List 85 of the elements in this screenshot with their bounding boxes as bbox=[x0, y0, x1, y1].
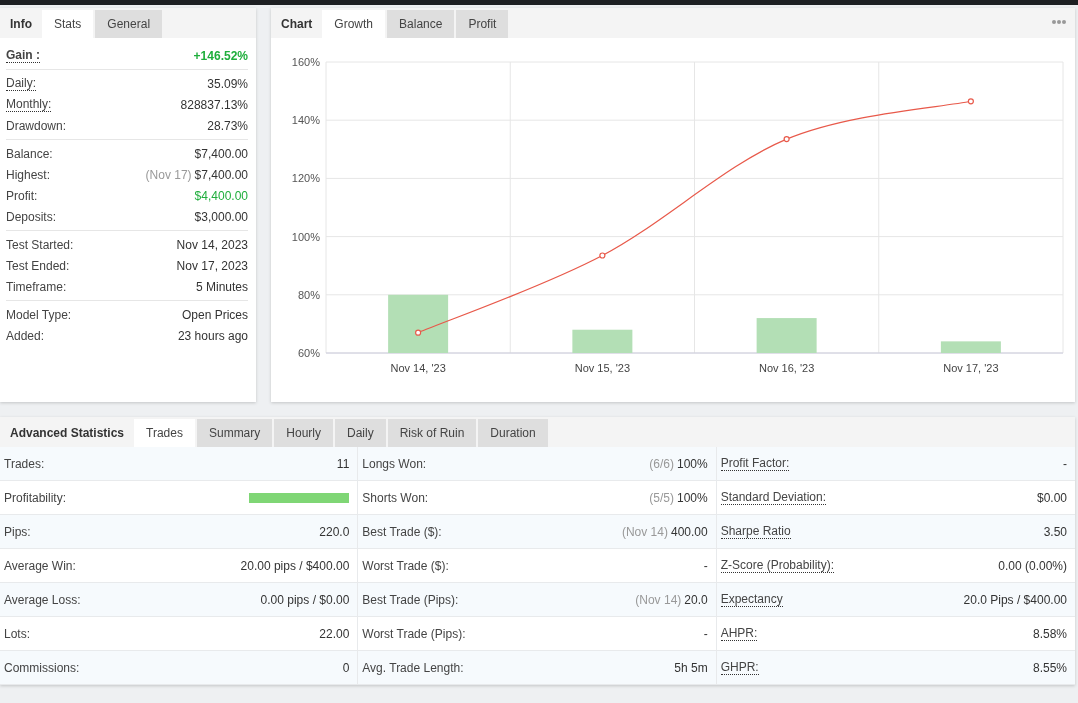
stat-value: 100% bbox=[676, 490, 708, 505]
axis-label: 160% bbox=[291, 56, 320, 68]
stat-label: Highest: bbox=[6, 167, 51, 182]
panel-title: Advanced Statistics bbox=[9, 425, 126, 442]
stat-label: Longs Won: bbox=[362, 456, 427, 471]
stat-label: Balance: bbox=[6, 146, 53, 161]
axis-label: 80% bbox=[297, 288, 320, 301]
stat-value: 3.50 bbox=[1043, 524, 1067, 539]
panel-title: Chart bbox=[280, 16, 314, 33]
stat-label: Z-Score (Probability): bbox=[720, 558, 835, 573]
stat-value: - bbox=[703, 626, 708, 641]
axis-label: Nov 15, '23 bbox=[574, 362, 631, 374]
stat-value: 828837.13% bbox=[180, 97, 248, 112]
stat-value: 100% bbox=[676, 456, 708, 471]
stat-label: Timeframe: bbox=[6, 279, 67, 294]
stat-value: Open Prices bbox=[181, 307, 248, 322]
stat-label: Worst Trade ($): bbox=[362, 558, 449, 573]
stat-value: 0.00 (0.00%) bbox=[998, 558, 1067, 573]
stat-value: - bbox=[1063, 456, 1067, 471]
stat-label: Pips: bbox=[4, 524, 31, 539]
stat-value: 22.00 bbox=[319, 626, 350, 641]
stat-note: (Nov 17) bbox=[145, 167, 192, 182]
stat-value: 5h 5m bbox=[674, 660, 708, 675]
stat-value: +146.52% bbox=[193, 48, 248, 63]
stat-label: Commissions: bbox=[4, 660, 80, 675]
axis-label: 120% bbox=[291, 172, 320, 185]
axis-label: 60% bbox=[297, 347, 320, 359]
stat-value: 20.0 bbox=[684, 592, 708, 607]
stat-label: Profit Factor: bbox=[720, 456, 790, 471]
stat-value: $0.00 bbox=[1036, 490, 1067, 505]
stat-value: Nov 17, 2023 bbox=[176, 258, 248, 273]
stat-value: 0 bbox=[342, 660, 350, 675]
stat-label: Deposits: bbox=[6, 209, 57, 224]
stat-note: (6/6) bbox=[649, 456, 674, 471]
stat-value: $7,400.00 bbox=[194, 146, 248, 161]
stat-label: Test Started: bbox=[6, 237, 74, 252]
stat-label: Trades: bbox=[4, 456, 45, 471]
stat-label: Average Win: bbox=[4, 558, 76, 573]
stat-label: Added: bbox=[6, 328, 45, 343]
axis-label: Nov 16, '23 bbox=[758, 362, 815, 374]
stat-label: Daily: bbox=[6, 76, 36, 91]
stat-label: GHPR: bbox=[720, 660, 759, 675]
stat-value: 220.0 bbox=[319, 524, 350, 539]
stat-value: 8.55% bbox=[1032, 660, 1067, 675]
stat-value: $7,400.00 bbox=[194, 167, 248, 182]
stat-value: 400.00 bbox=[670, 524, 708, 539]
stat-note: (Nov 14) bbox=[621, 524, 668, 539]
stat-label: Profit: bbox=[6, 188, 38, 203]
stat-label: Best Trade (Pips): bbox=[362, 592, 459, 607]
stat-value: 20.00 pips / $400.00 bbox=[240, 558, 350, 573]
stat-value: $3,000.00 bbox=[194, 209, 248, 224]
stat-value: 8.58% bbox=[1032, 626, 1067, 641]
stat-label: Test Ended: bbox=[6, 258, 70, 273]
stat-value: 28.73% bbox=[207, 118, 248, 133]
panel-title: Info bbox=[9, 16, 33, 33]
stat-label: Average Loss: bbox=[4, 592, 81, 607]
stat-value: 5 Minutes bbox=[195, 279, 248, 294]
stat-label: Profitability: bbox=[4, 490, 67, 505]
stat-value: Nov 14, 2023 bbox=[176, 237, 248, 252]
stat-value: - bbox=[703, 558, 708, 573]
stat-note: (Nov 14) bbox=[635, 592, 682, 607]
stat-value: 20.0 Pips / $400.00 bbox=[963, 592, 1067, 607]
stat-label: Standard Deviation: bbox=[720, 490, 827, 505]
stat-value: 23 hours ago bbox=[177, 328, 248, 343]
axis-label: 100% bbox=[291, 230, 320, 243]
axis-label: Nov 17, '23 bbox=[943, 362, 999, 374]
stat-label: Expectancy bbox=[720, 592, 783, 607]
stat-label: Lots: bbox=[4, 626, 30, 641]
stat-label: Drawdown: bbox=[6, 118, 67, 133]
stat-value: 35.09% bbox=[207, 76, 248, 91]
stat-value: $4,400.00 bbox=[194, 188, 248, 203]
stat-value: 0.00 pips / $0.00 bbox=[260, 592, 350, 607]
stat-label: Sharpe Ratio bbox=[720, 524, 791, 539]
stat-value: 11 bbox=[336, 456, 350, 471]
stat-label: Gain : bbox=[6, 48, 40, 63]
stat-label: Model Type: bbox=[6, 307, 72, 322]
stat-label: Avg. Trade Length: bbox=[362, 660, 464, 675]
stat-label: AHPR: bbox=[720, 626, 758, 641]
axis-label: Nov 14, '23 bbox=[390, 362, 446, 374]
stat-label: Worst Trade (Pips): bbox=[362, 626, 466, 641]
stat-label: Shorts Won: bbox=[362, 490, 429, 505]
stat-label: Best Trade ($): bbox=[362, 524, 442, 539]
axis-label: 140% bbox=[291, 114, 320, 127]
stat-label: Monthly: bbox=[6, 97, 52, 112]
stat-note: (5/5) bbox=[649, 490, 674, 505]
